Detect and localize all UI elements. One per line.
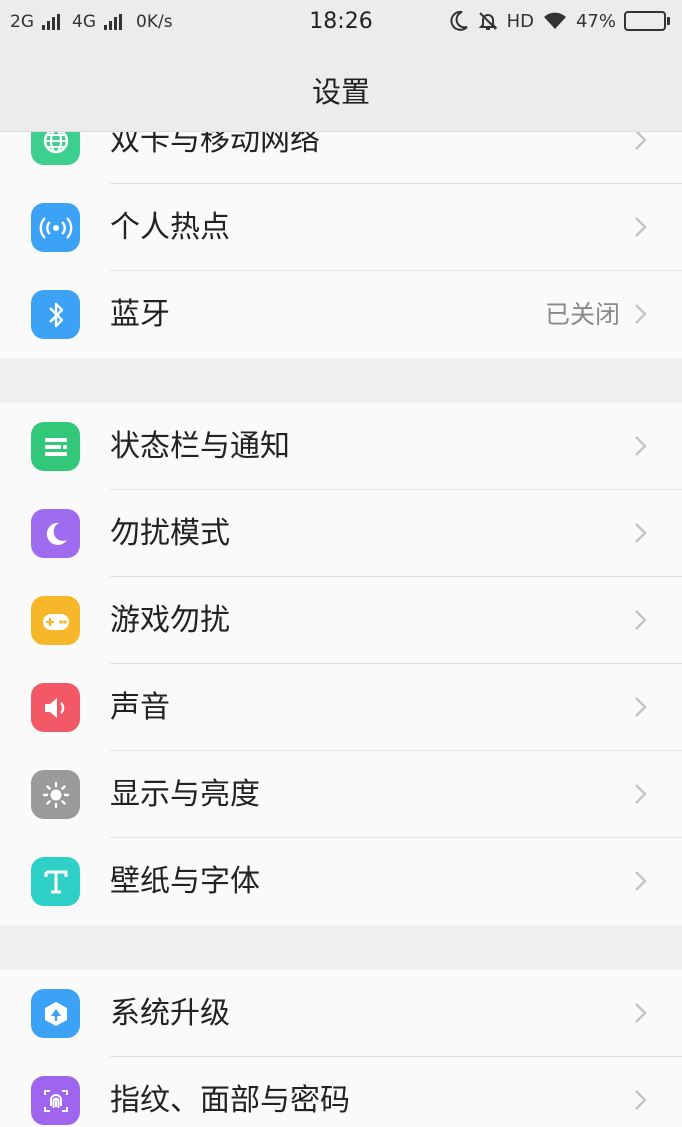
bluetooth-status: 已关闭 xyxy=(544,300,620,329)
moon-status-icon xyxy=(450,10,468,31)
chevron-right-icon xyxy=(635,132,647,150)
setting-row-status-bar[interactable]: 状态栏与通知 xyxy=(0,403,682,490)
chevron-right-icon xyxy=(635,697,647,717)
nav-bar: 设置 xyxy=(0,48,682,132)
system-update-icon xyxy=(31,989,80,1038)
setting-row-bluetooth[interactable]: 蓝牙 已关闭 xyxy=(0,271,682,358)
wifi-icon xyxy=(543,12,566,29)
sun-icon xyxy=(31,770,80,819)
group-spacer xyxy=(0,358,682,403)
chevron-right-icon xyxy=(635,523,647,543)
setting-label: 状态栏与通知 xyxy=(110,429,290,464)
chevron-right-icon xyxy=(635,610,647,630)
setting-label: 勿扰模式 xyxy=(110,516,230,551)
chevron-right-icon xyxy=(635,784,647,804)
setting-row-dnd[interactable]: 勿扰模式 xyxy=(0,490,682,577)
setting-label: 游戏勿扰 xyxy=(110,603,230,638)
setting-row-hotspot[interactable]: 个人热点 xyxy=(0,184,682,271)
setting-row-game-dnd[interactable]: 游戏勿扰 xyxy=(0,577,682,664)
battery-percent: 47% xyxy=(575,10,616,32)
setting-row-fingerprint[interactable]: 指纹、面部与密码 xyxy=(0,1057,682,1127)
setting-label: 个人热点 xyxy=(110,210,230,245)
setting-row-display[interactable]: 显示与亮度 xyxy=(0,751,682,838)
font-icon xyxy=(31,857,80,906)
setting-row-system-update[interactable]: 系统升级 xyxy=(0,970,682,1057)
status-bar-icon xyxy=(31,422,80,471)
settings-scroller: 双卡与移动网络 个人热点 蓝牙 已关闭 状态栏与通知 勿扰模式 游戏勿扰 声音 … xyxy=(0,132,682,1127)
setting-label: 双卡与移动网络 xyxy=(110,132,320,158)
group-spacer xyxy=(0,925,682,970)
setting-label: 壁纸与字体 xyxy=(110,864,260,899)
settings-list[interactable]: 双卡与移动网络 个人热点 蓝牙 已关闭 状态栏与通知 勿扰模式 游戏勿扰 声音 … xyxy=(0,132,682,1127)
setting-label: 指纹、面部与密码 xyxy=(110,1083,350,1118)
setting-label: 声音 xyxy=(110,690,170,725)
moon-icon xyxy=(31,509,80,558)
chevron-right-icon xyxy=(635,436,647,456)
setting-row-sound[interactable]: 声音 xyxy=(0,664,682,751)
globe-icon xyxy=(31,132,80,165)
settings-group-system: 系统升级 指纹、面部与密码 xyxy=(0,970,682,1127)
setting-row-dual-sim[interactable]: 双卡与移动网络 xyxy=(0,132,682,184)
bluetooth-icon xyxy=(31,290,80,339)
chevron-right-icon xyxy=(635,871,647,891)
chevron-right-icon xyxy=(635,217,647,237)
hotspot-icon xyxy=(31,203,80,252)
page-title: 设置 xyxy=(311,74,370,109)
chevron-right-icon xyxy=(635,304,647,324)
speaker-icon xyxy=(31,683,80,732)
status-right: HD 47% xyxy=(449,10,670,32)
setting-row-wallpaper-font[interactable]: 壁纸与字体 xyxy=(0,838,682,925)
setting-label: 系统升级 xyxy=(110,996,230,1031)
status-bar: 2G 4G 0K/s 18:26 HD 47% xyxy=(0,0,682,48)
chevron-right-icon xyxy=(635,1003,647,1023)
hd-label: HD xyxy=(506,10,534,32)
setting-label: 蓝牙 xyxy=(110,297,170,332)
fingerprint-icon xyxy=(31,1076,80,1125)
chevron-right-icon xyxy=(635,1090,647,1110)
settings-group-network: 双卡与移动网络 个人热点 蓝牙 已关闭 xyxy=(0,132,682,358)
setting-label: 显示与亮度 xyxy=(110,777,260,812)
settings-group-personalization: 状态栏与通知 勿扰模式 游戏勿扰 声音 显示与亮度 壁纸与字体 xyxy=(0,403,682,925)
battery-icon xyxy=(624,11,670,31)
mute-bell-icon xyxy=(478,12,497,30)
gamepad-icon xyxy=(31,596,80,645)
